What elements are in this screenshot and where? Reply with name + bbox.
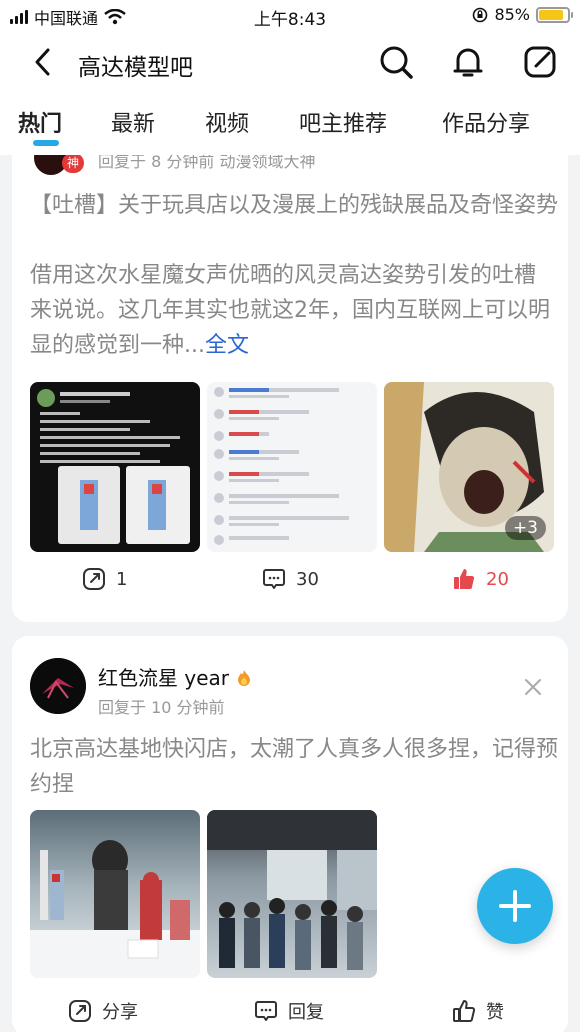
post-image[interactable] [207, 382, 377, 552]
nav-actions [378, 44, 558, 80]
post-meta: 神 回复于 8 分钟前 动漫领域大神 [12, 155, 568, 177]
username-text: 红色流星 year [98, 666, 229, 690]
post-image[interactable] [207, 810, 377, 978]
post-image[interactable] [30, 382, 200, 552]
forum-title: 高达模型吧 [78, 55, 193, 81]
post-title[interactable]: 【吐槽】关于玩具店以及漫展上的残缺展品及奇怪姿势 [30, 188, 560, 223]
add-post-button[interactable] [477, 868, 553, 944]
share-icon [69, 1000, 91, 1022]
post-image[interactable] [30, 810, 200, 978]
post-actions: 分享 回复 赞 [12, 998, 568, 1032]
like-button[interactable]: 20 [452, 567, 509, 591]
tab-bar: 热门 最新 视频 吧主推荐 作品分享 [0, 106, 580, 146]
nav-row: 高达模型吧 [0, 38, 580, 86]
post-title[interactable]: 北京高达基地快闪店，太潮了人真多人很多捏，记得预约捏 [30, 732, 560, 802]
active-tab-indicator [33, 140, 59, 146]
tab-video[interactable]: 视频 [205, 106, 249, 138]
username[interactable]: 红色流星 year [98, 662, 253, 691]
search-icon[interactable] [378, 44, 414, 80]
read-more-link[interactable]: 全文 [205, 333, 249, 358]
like-label: 赞 [486, 1002, 504, 1023]
battery-icon [536, 6, 573, 23]
status-right: 85% [472, 5, 573, 24]
tab-hot[interactable]: 热门 [18, 106, 62, 138]
back-arrow-icon[interactable] [28, 46, 60, 78]
share-count: 1 [116, 568, 128, 590]
share-button[interactable]: 分享 [68, 998, 138, 1024]
top-bar: 中国联通 上午8:43 85% 高达模型吧 热门 最新 视频 吧主推荐 作品分享 [0, 0, 580, 155]
like-count: 20 [486, 568, 509, 590]
comment-icon [263, 569, 285, 589]
tab-works-share[interactable]: 作品分享 [442, 106, 530, 138]
like-button[interactable]: 赞 [452, 998, 504, 1024]
share-icon [83, 568, 105, 590]
comment-icon [255, 1001, 277, 1021]
avatar[interactable] [30, 658, 86, 714]
fire-icon [238, 670, 251, 686]
post-body[interactable]: 借用这次水星魔女声优晒的风灵高达姿势引发的吐槽来说说。这几年其实也就这2年，国内… [30, 258, 550, 363]
post-images [30, 810, 377, 978]
comment-button[interactable]: 30 [262, 567, 319, 591]
post-actions: 1 30 20 [12, 567, 568, 607]
tab-admin-picks[interactable]: 吧主推荐 [299, 106, 387, 138]
post-card[interactable]: 红色流星 year 回复于 10 分钟前 北京高达基地快闪店，太潮了人真多人很多… [12, 636, 568, 1032]
thumbs-up-icon [453, 1000, 476, 1022]
more-images-count[interactable]: +3 [504, 516, 546, 540]
compose-icon[interactable] [522, 44, 558, 80]
comment-count: 30 [296, 568, 319, 590]
battery-percent: 85% [494, 5, 530, 24]
reply-info: 回复于 8 分钟前 动漫领域大神 [98, 155, 316, 171]
reply-button[interactable]: 回复 [254, 998, 324, 1024]
share-button[interactable]: 1 [82, 567, 127, 591]
thumbs-up-icon [454, 569, 475, 589]
god-badge: 神 [62, 155, 84, 173]
share-label: 分享 [102, 1002, 138, 1023]
status-bar: 中国联通 上午8:43 85% [0, 0, 580, 32]
bell-icon[interactable] [450, 44, 486, 80]
close-icon[interactable] [524, 678, 542, 696]
rotation-lock-icon [473, 7, 488, 22]
post-card[interactable]: 神 回复于 8 分钟前 动漫领域大神 【吐槽】关于玩具店以及漫展上的残缺展品及奇… [12, 155, 568, 622]
reply-info: 回复于 10 分钟前 [98, 698, 225, 717]
battery-fill [539, 9, 563, 20]
post-image[interactable]: +3 [384, 382, 554, 552]
post-images: +3 [30, 382, 554, 552]
tab-latest[interactable]: 最新 [111, 106, 155, 138]
post-body-text: 借用这次水星魔女声优晒的风灵高达姿势引发的吐槽来说说。这几年其实也就这2年，国内… [30, 263, 550, 358]
reply-label: 回复 [288, 1002, 324, 1023]
